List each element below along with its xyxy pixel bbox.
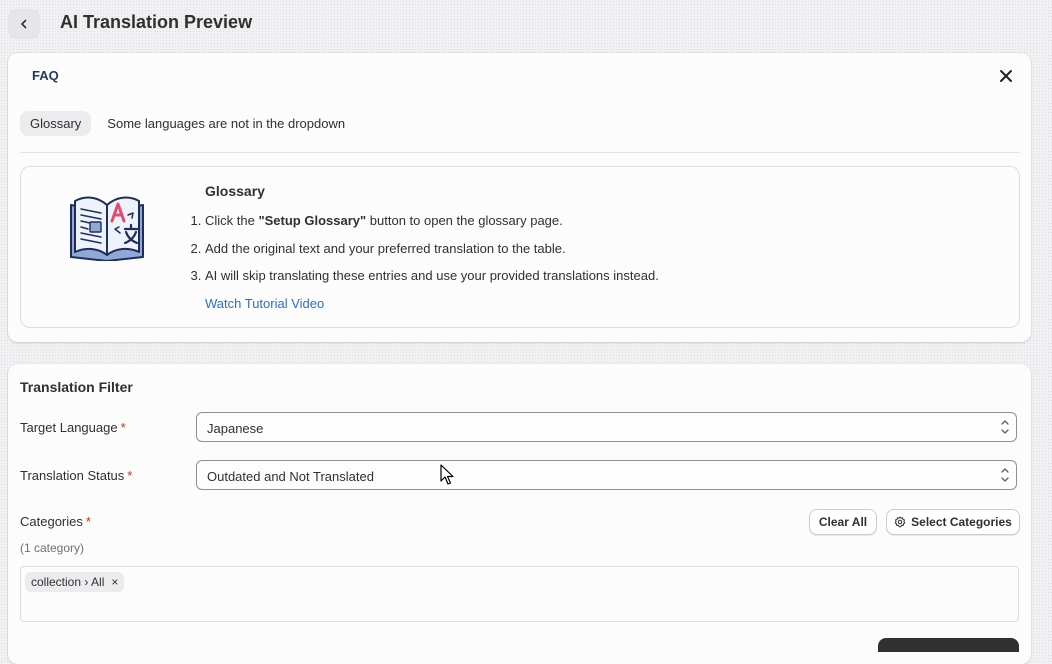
faq-card: FAQ Glossary Some languages are not in t…	[8, 53, 1031, 342]
gear-icon	[894, 516, 906, 528]
glossary-panel: Glossary Click the "Setup Glossary" butt…	[20, 166, 1020, 328]
translation-status-label: Translation Status *	[20, 468, 133, 483]
glossary-step: Add the original text and your preferred…	[205, 241, 659, 269]
target-language-value: Japanese	[207, 421, 264, 436]
translation-status-select[interactable]: Outdated and Not Translated	[196, 460, 1017, 490]
glossary-step: Click the "Setup Glossary" button to ope…	[205, 213, 659, 241]
glossary-heading: Glossary	[205, 183, 265, 199]
select-categories-button[interactable]: Select Categories	[886, 509, 1020, 535]
category-tag: collection › All ×	[25, 572, 125, 592]
filter-title: Translation Filter	[20, 379, 133, 395]
watch-tutorial-link[interactable]: Watch Tutorial Video	[205, 296, 324, 311]
target-language-select[interactable]: Japanese	[196, 412, 1017, 442]
glossary-steps: Click the "Setup Glossary" button to ope…	[189, 213, 659, 296]
tab-languages[interactable]: Some languages are not in the dropdown	[97, 111, 355, 136]
selected-categories-box: collection › All ×	[20, 566, 1019, 622]
select-arrows-icon	[1001, 468, 1009, 482]
clear-all-button[interactable]: Clear All	[809, 509, 877, 535]
faq-title: FAQ	[32, 68, 59, 83]
mouse-cursor-icon	[440, 464, 454, 485]
glossary-step: AI will skip translating these entries a…	[205, 268, 659, 296]
divider	[20, 152, 1020, 153]
close-icon	[1000, 70, 1012, 82]
target-language-label: Target Language *	[20, 420, 126, 435]
back-button[interactable]	[8, 9, 40, 39]
primary-action-button[interactable]	[878, 638, 1019, 652]
tab-glossary[interactable]: Glossary	[20, 111, 92, 136]
categories-label: Categories *	[20, 514, 91, 529]
open-book-translate-icon	[68, 191, 148, 266]
translation-filter-card: Translation Filter Target Language * Japa…	[8, 364, 1031, 664]
faq-tabs: Glossary Some languages are not in the d…	[20, 111, 355, 136]
select-arrows-icon	[1001, 420, 1009, 434]
translation-status-value: Outdated and Not Translated	[207, 469, 374, 484]
page-title: AI Translation Preview	[60, 12, 253, 32]
remove-tag-icon[interactable]: ×	[111, 575, 118, 589]
chevron-left-icon	[21, 19, 27, 29]
category-count: (1 category)	[20, 541, 85, 555]
close-button[interactable]	[996, 66, 1016, 86]
